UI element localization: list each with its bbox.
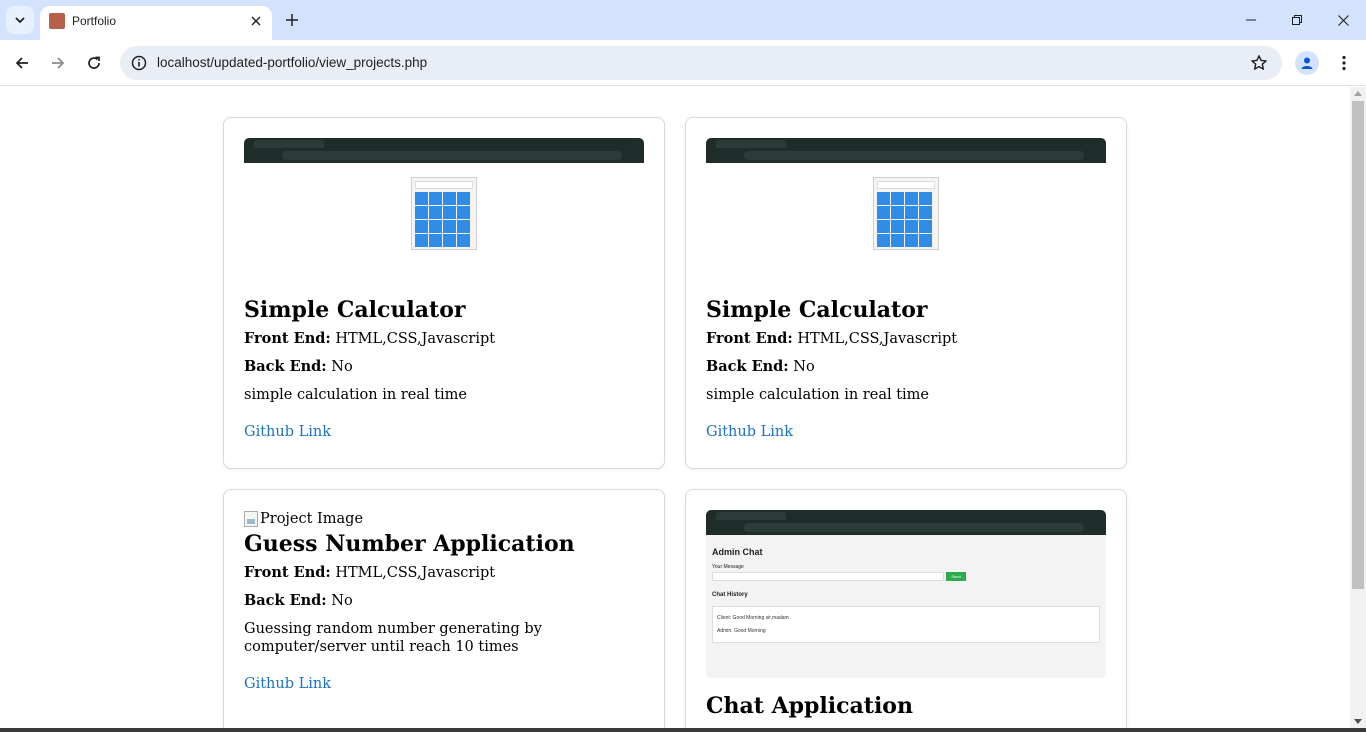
new-tab-button[interactable]	[280, 8, 304, 32]
tab-search-button[interactable]	[6, 6, 34, 34]
project-image-calculator	[244, 138, 644, 280]
close-icon	[1337, 14, 1349, 26]
browser-toolbar: localhost/updated-portfolio/view_project…	[0, 40, 1366, 86]
star-icon	[1251, 55, 1267, 70]
github-link[interactable]: Github Link	[706, 424, 1106, 440]
site-info-button[interactable]	[128, 52, 150, 74]
front-end-info: Front End: HTML,CSS,Javascript	[244, 564, 496, 581]
project-title: Chat Application	[706, 693, 913, 719]
project-title: Guess Number Application	[244, 531, 575, 557]
arrow-left-icon	[15, 57, 28, 69]
restore-icon	[1292, 15, 1302, 25]
project-description: simple calculation in real time	[706, 387, 930, 403]
browser-menu-button[interactable]	[1332, 51, 1356, 75]
minimize-icon	[1246, 19, 1256, 21]
scrollbar-thumb[interactable]	[1352, 101, 1364, 589]
chat-preview-heading: Admin Chat	[712, 547, 763, 557]
back-end-info: Back End: No	[244, 358, 353, 375]
project-description: simple calculation in real time	[244, 387, 468, 403]
chat-preview-message: Admin: Good Morning	[717, 628, 766, 634]
bookmark-button[interactable]	[1248, 52, 1270, 74]
broken-image-icon	[244, 511, 258, 527]
page-viewport: Simple Calculator Front End: HTML,CSS,Ja…	[0, 87, 1350, 728]
back-end-info: Back End: No	[244, 592, 353, 609]
favicon-icon	[49, 13, 65, 29]
project-image-chat: Admin Chat Your Message Send Chat Histor…	[706, 510, 1106, 678]
taskbar-edge	[0, 728, 1366, 732]
project-image-calculator	[706, 138, 1106, 280]
github-link[interactable]: Github Link	[244, 424, 644, 440]
project-title: Simple Calculator	[244, 297, 466, 323]
profile-button[interactable]	[1295, 51, 1319, 75]
project-image-alt: Project Image	[260, 511, 364, 527]
chat-preview-send: Send	[946, 572, 966, 581]
close-icon	[251, 16, 261, 26]
tab-portfolio[interactable]: Portfolio	[40, 6, 272, 40]
reload-icon	[88, 56, 100, 69]
forward-button[interactable]	[44, 49, 72, 77]
project-card: Simple Calculator Front End: HTML,CSS,Ja…	[223, 117, 665, 469]
close-tab-button[interactable]	[246, 11, 266, 31]
reload-button[interactable]	[80, 49, 108, 77]
tab-title: Portfolio	[72, 14, 117, 28]
front-end-info: Front End: HTML,CSS,Javascript	[244, 330, 496, 347]
github-link[interactable]: Github Link	[244, 676, 644, 692]
project-card: Simple Calculator Front End: HTML,CSS,Ja…	[685, 117, 1127, 469]
project-card: Project Image Guess Number Application F…	[223, 489, 665, 728]
front-end-info: Front End: HTML,CSS,Javascript	[706, 330, 958, 347]
vertical-scrollbar[interactable]	[1350, 87, 1366, 728]
scroll-up-arrow-icon[interactable]	[1354, 91, 1362, 96]
info-icon	[131, 55, 147, 71]
url-text[interactable]: localhost/updated-portfolio/view_project…	[157, 55, 427, 70]
person-icon	[1301, 57, 1313, 69]
restore-button[interactable]	[1274, 0, 1320, 40]
plus-icon	[286, 14, 298, 26]
project-title: Simple Calculator	[706, 297, 928, 323]
chat-preview-history: Client: Good Morning sir,madam Admin: Go…	[712, 606, 1100, 643]
chevron-down-icon	[15, 17, 25, 24]
chat-preview-message: Client: Good Morning sir,madam	[717, 615, 789, 621]
calculator-preview	[411, 177, 477, 250]
project-card: Admin Chat Your Message Send Chat Histor…	[685, 489, 1127, 728]
scroll-down-arrow-icon[interactable]	[1354, 719, 1362, 724]
project-image-broken: Project Image	[244, 510, 644, 528]
address-bar[interactable]: localhost/updated-portfolio/view_project…	[120, 46, 1282, 80]
back-end-info: Back End: No	[706, 358, 815, 375]
chat-preview-label: Your Message	[712, 564, 744, 570]
more-vert-icon	[1342, 55, 1346, 71]
calculator-preview	[873, 177, 939, 250]
back-button[interactable]	[8, 49, 36, 77]
project-description: Guessing random number generating by com…	[244, 621, 542, 655]
minimize-button[interactable]	[1228, 0, 1274, 40]
close-window-button[interactable]	[1320, 0, 1366, 40]
arrow-right-icon	[52, 57, 65, 69]
tab-strip: Portfolio	[0, 0, 1366, 40]
chat-preview-history-heading: Chat History	[712, 592, 748, 598]
chat-preview-input	[712, 572, 944, 581]
